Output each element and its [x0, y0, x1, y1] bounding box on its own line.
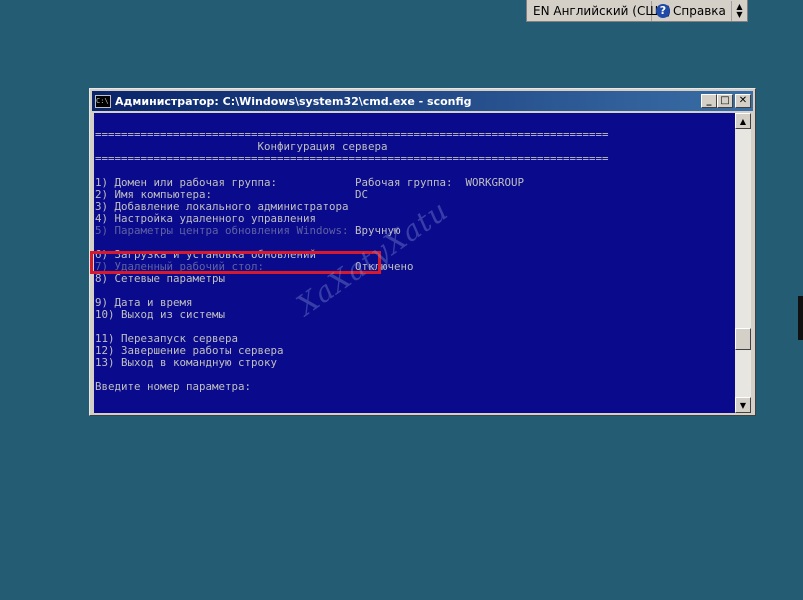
help-icon: ?	[656, 3, 670, 18]
window-titlebar[interactable]: C:\ Администратор: C:\Windows\system32\c…	[92, 91, 753, 111]
close-button[interactable]: ✕	[735, 94, 751, 108]
menu-item[interactable]: 10) Выход из системы	[95, 309, 735, 321]
menu-item-label: 5) Параметры центра обновления Windows:	[95, 224, 349, 237]
menu-item-label: 10) Выход из системы	[95, 308, 226, 321]
cmd-icon[interactable]: C:\	[95, 94, 111, 108]
language-bar-options-button[interactable]: ▲ ▼	[732, 1, 747, 21]
menu-item[interactable]: 8) Сетевые параметры	[95, 273, 735, 285]
menu-item[interactable]: 13) Выход в командную строку	[95, 357, 735, 369]
chevron-down-icon: ▼	[736, 9, 743, 19]
menu-item-value: DC	[355, 188, 369, 201]
scroll-thumb[interactable]	[735, 328, 751, 350]
screen-edge	[798, 296, 803, 340]
menu-item-label: 13) Выход в командную строку	[95, 356, 278, 369]
minimize-button[interactable]: _	[701, 94, 717, 108]
prompt-line[interactable]: Введите номер параметра:	[95, 381, 735, 393]
language-label: EN Английский (США)	[533, 3, 672, 18]
scroll-up-button[interactable]: ▲	[735, 113, 751, 129]
arrow-up-icon: ▲	[739, 116, 747, 126]
vertical-scrollbar[interactable]: ▲ ▼	[735, 113, 751, 413]
language-indicator[interactable]: EN Английский (США)	[527, 0, 671, 21]
help-button[interactable]: ? Справка	[652, 0, 732, 21]
arrow-down-icon: ▼	[739, 400, 747, 410]
window-title: Администратор: C:\Windows\system32\cmd.e…	[115, 94, 472, 108]
separator-line: ========================================…	[95, 152, 609, 165]
help-label: Справка	[673, 3, 726, 18]
scroll-down-button[interactable]: ▼	[735, 397, 751, 413]
language-bar: EN Английский (США) ? Справка ▲ ▼	[526, 0, 748, 22]
prompt-text: Введите номер параметра:	[95, 380, 252, 393]
maximize-button[interactable]: □	[717, 94, 733, 108]
menu-item-value: Рабочая группа: WORKGROUP	[355, 176, 525, 189]
